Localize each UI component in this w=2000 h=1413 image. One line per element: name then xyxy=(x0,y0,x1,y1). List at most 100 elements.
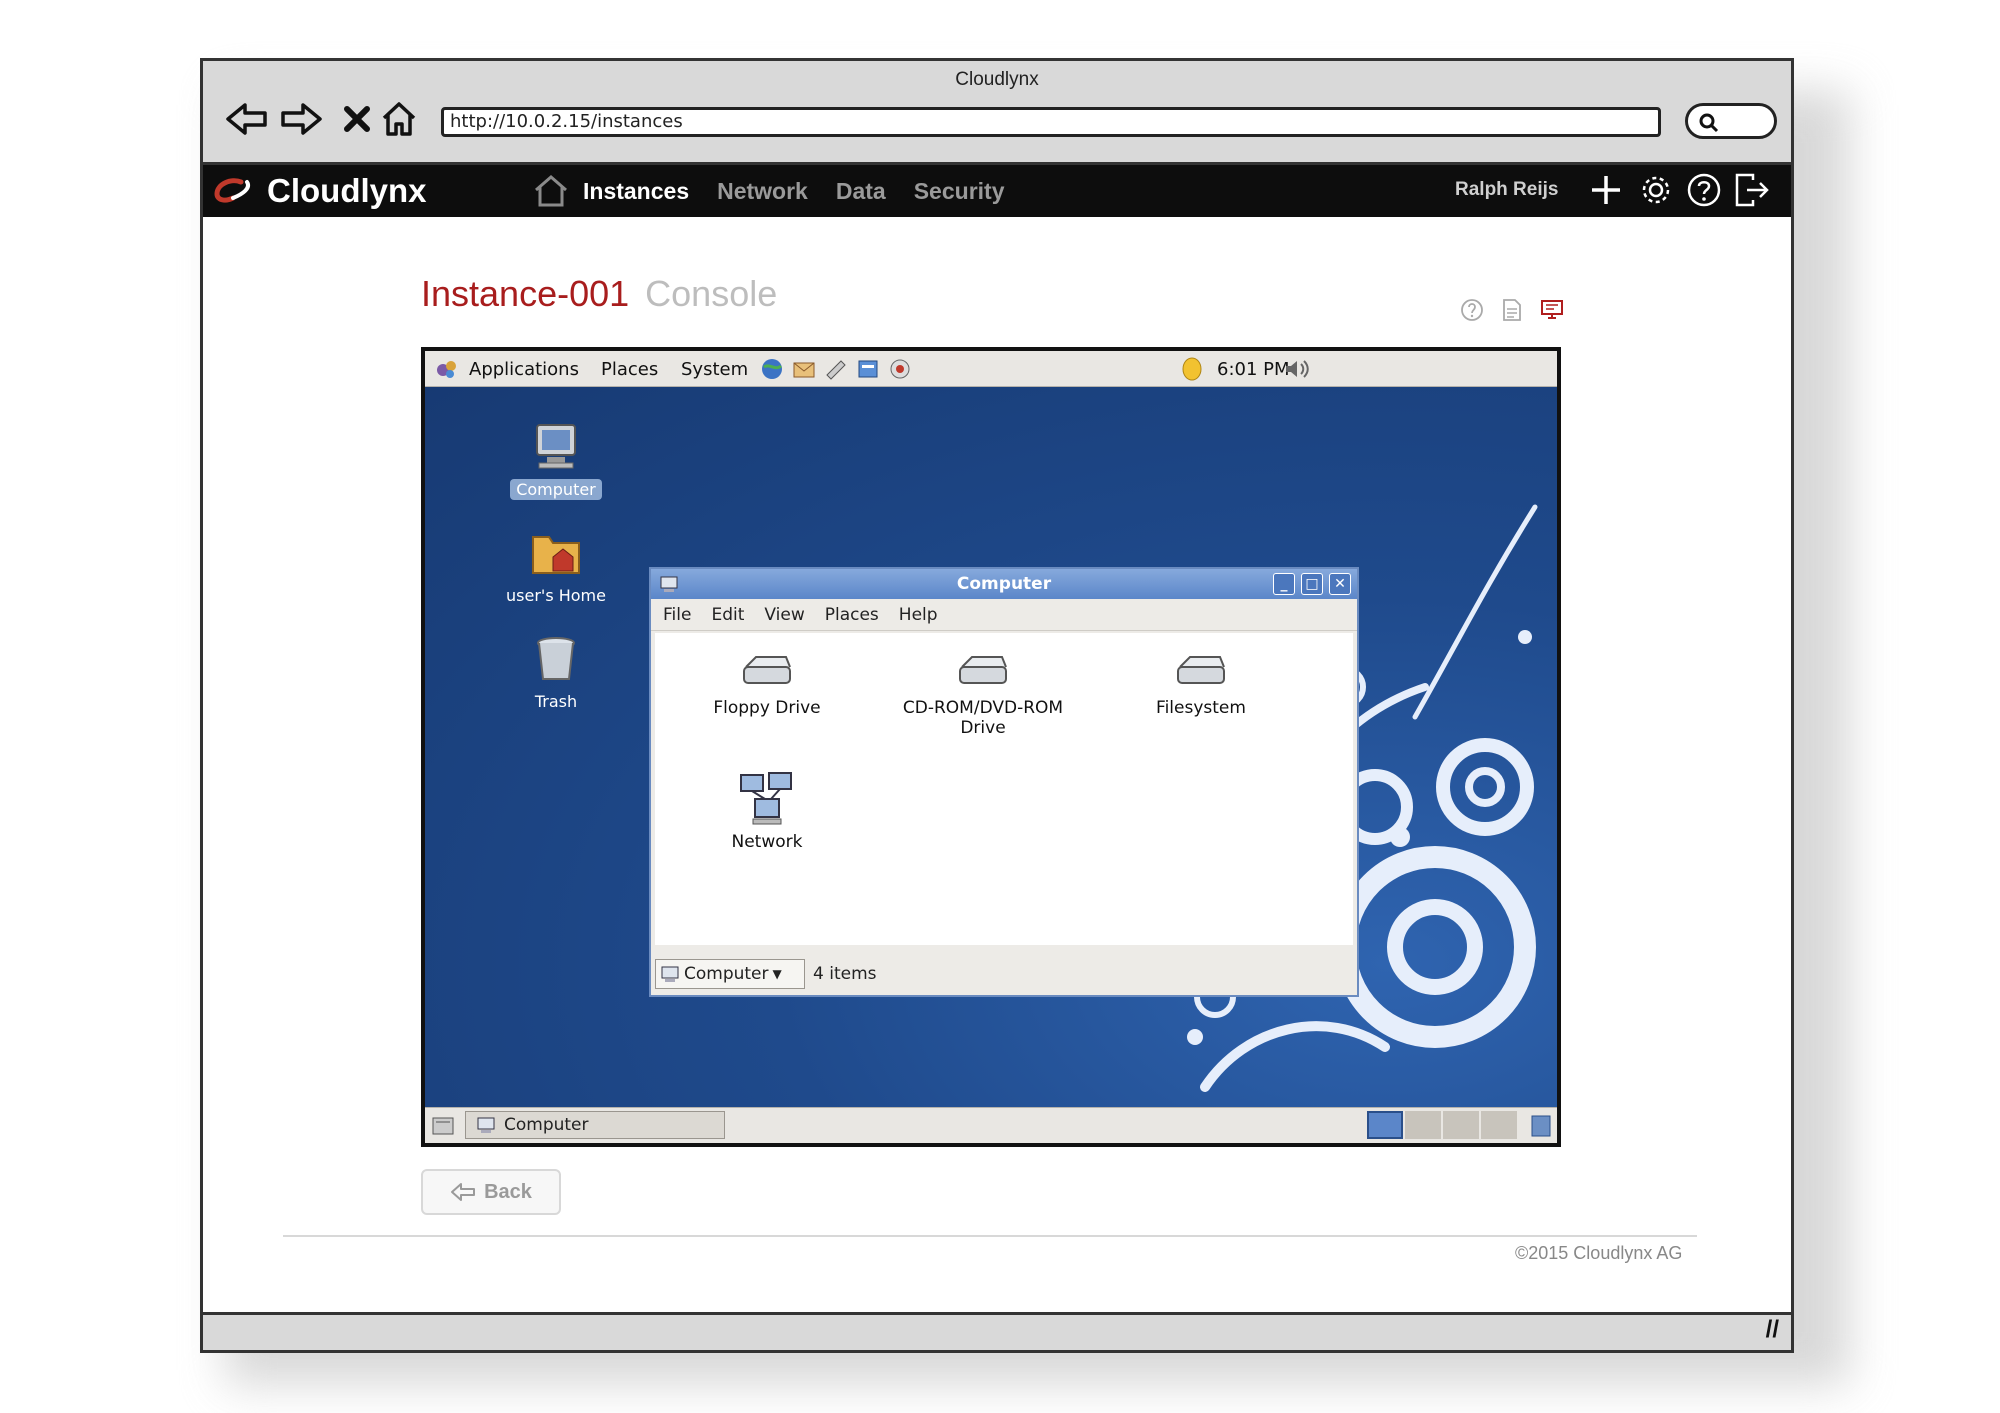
workspace-3[interactable] xyxy=(1443,1111,1479,1139)
taskbar-item-computer[interactable]: Computer xyxy=(465,1111,725,1139)
filesystem-icon xyxy=(1177,656,1225,684)
url-input[interactable]: http://10.0.2.15/instances xyxy=(441,107,1661,137)
back-arrow-icon[interactable] xyxy=(223,95,271,143)
back-button[interactable]: Back xyxy=(421,1169,561,1215)
help-icon[interactable] xyxy=(1683,169,1725,211)
vnc-console[interactable]: Applications Places System 6:01 PM Compu… xyxy=(421,347,1561,1147)
filesystem-item[interactable]: Filesystem xyxy=(1101,653,1301,718)
cloudlynx-logo-icon xyxy=(214,178,250,203)
desktop-icon-label: user's Home xyxy=(506,586,606,605)
menu-places[interactable]: Places xyxy=(825,605,879,625)
trash-applet-icon[interactable] xyxy=(1529,1113,1553,1139)
desktop-icon-trash[interactable]: Trash xyxy=(491,633,621,712)
console-screen-icon[interactable] xyxy=(1539,297,1565,323)
menu-view[interactable]: View xyxy=(764,605,804,625)
window-controls: _ □ ✕ xyxy=(1273,573,1351,595)
menu-help[interactable]: Help xyxy=(899,605,938,625)
gnome-bottom-panel: Computer xyxy=(425,1107,1557,1143)
browser-search-field[interactable] xyxy=(1685,103,1777,139)
help-icon[interactable] xyxy=(1459,297,1485,323)
cdrom-drive-icon xyxy=(959,656,1007,684)
file-manager-titlebar[interactable]: Computer _ □ ✕ xyxy=(651,569,1357,599)
desktop-icon-home[interactable]: user's Home xyxy=(491,527,621,606)
computer-icon xyxy=(536,424,576,469)
panel-clock[interactable]: 6:01 PM xyxy=(1217,359,1290,380)
menu-edit[interactable]: Edit xyxy=(711,605,744,625)
panel-menu-system[interactable]: System xyxy=(681,359,748,380)
workspace-1[interactable] xyxy=(1367,1111,1403,1139)
file-manager-window[interactable]: Computer _ □ ✕ File Edit View Places Hel… xyxy=(649,567,1359,997)
brand-logo[interactable]: Cloudlynx xyxy=(211,171,427,211)
nav-network[interactable]: Network xyxy=(717,178,808,205)
forward-arrow-icon[interactable] xyxy=(277,95,325,143)
floppy-drive-icon xyxy=(743,656,791,684)
desktop-icon-computer[interactable]: Computer xyxy=(491,421,621,500)
gear-icon[interactable] xyxy=(1635,169,1677,211)
add-icon[interactable] xyxy=(1585,169,1627,211)
workspace-2[interactable] xyxy=(1405,1111,1441,1139)
cdrom-drive-item[interactable]: CD-ROM/DVD-ROM Drive xyxy=(883,653,1083,738)
page-title: Instance-001 Console xyxy=(421,273,777,315)
computer-small-icon xyxy=(661,966,679,982)
workspace-switcher xyxy=(1367,1111,1517,1139)
volume-icon[interactable] xyxy=(1283,357,1311,381)
stop-icon[interactable] xyxy=(333,95,381,143)
footer-divider xyxy=(283,1235,1697,1237)
item-label: Filesystem xyxy=(1156,698,1246,718)
close-icon[interactable]: ✕ xyxy=(1329,573,1351,595)
nav-instances[interactable]: Instances xyxy=(583,178,689,205)
item-count: 4 items xyxy=(813,964,877,984)
panel-launchers xyxy=(759,357,913,381)
resize-grip-icon[interactable]: // xyxy=(1766,1316,1779,1344)
browser-chrome: Cloudlynx http://10.0.2.15/instances xyxy=(203,61,1791,165)
editor-launcher-icon[interactable] xyxy=(823,357,849,381)
nav-security[interactable]: Security xyxy=(914,178,1005,205)
home-folder-icon xyxy=(532,536,580,574)
location-value: Computer xyxy=(684,964,769,984)
minimize-icon[interactable]: _ xyxy=(1273,573,1295,595)
home-icon[interactable] xyxy=(533,174,569,208)
floppy-drive-item[interactable]: Floppy Drive xyxy=(667,653,867,718)
page-actions xyxy=(1459,297,1565,323)
browser-launcher-icon[interactable] xyxy=(759,357,785,381)
brand-name: Cloudlynx xyxy=(267,172,427,209)
document-icon[interactable] xyxy=(1499,297,1525,323)
main-nav: Instances Network Data Security xyxy=(533,173,1004,209)
desktop[interactable]: Computer user's Home Trash Computer _ □ … xyxy=(425,387,1557,1107)
app-navbar: Cloudlynx Instances Network Data Securit… xyxy=(203,165,1791,217)
chevron-down-icon: ▼ xyxy=(772,967,782,981)
desktop-icon-label: Computer xyxy=(510,479,602,500)
item-label: Network xyxy=(731,832,803,852)
back-label: Back xyxy=(484,1180,532,1203)
workspace-4[interactable] xyxy=(1481,1111,1517,1139)
taskbar-item-label: Computer xyxy=(504,1115,589,1135)
show-desktop-icon[interactable] xyxy=(431,1114,455,1138)
section-name: Console xyxy=(645,273,778,314)
user-name[interactable]: Ralph Reijs xyxy=(1455,179,1558,201)
instance-name: Instance-001 xyxy=(421,273,630,314)
maximize-icon[interactable]: □ xyxy=(1301,573,1323,595)
menu-file[interactable]: File xyxy=(663,605,691,625)
location-dropdown[interactable]: Computer ▼ xyxy=(655,959,805,989)
panel-menu-places[interactable]: Places xyxy=(601,359,658,380)
nav-data[interactable]: Data xyxy=(836,178,886,205)
home-icon[interactable] xyxy=(375,95,423,143)
computer-small-icon xyxy=(660,576,678,592)
network-item[interactable]: Network xyxy=(667,769,867,852)
trash-icon xyxy=(537,637,575,680)
back-arrow-icon xyxy=(451,1183,476,1201)
office-launcher-icon[interactable] xyxy=(855,357,881,381)
mail-launcher-icon[interactable] xyxy=(791,357,817,381)
copyright: ©2015 Cloudlynx AG xyxy=(1515,1243,1683,1263)
logout-icon[interactable] xyxy=(1731,169,1773,211)
file-manager-content[interactable]: Floppy Drive CD-ROM/DVD-ROM Drive Filesy… xyxy=(655,633,1353,945)
item-label-line2: Drive xyxy=(960,718,1006,738)
computer-small-icon xyxy=(477,1117,495,1133)
update-notifier-icon[interactable] xyxy=(1179,355,1205,383)
network-launcher-icon[interactable] xyxy=(887,357,913,381)
search-icon xyxy=(1699,113,1719,133)
panel-menu-applications[interactable]: Applications xyxy=(469,359,579,380)
item-label: CD-ROM/DVD-ROM xyxy=(902,698,1064,718)
browser-window: Cloudlynx http://10.0.2.15/instances Clo… xyxy=(200,58,1794,1353)
desktop-icon-label: Trash xyxy=(534,692,578,711)
